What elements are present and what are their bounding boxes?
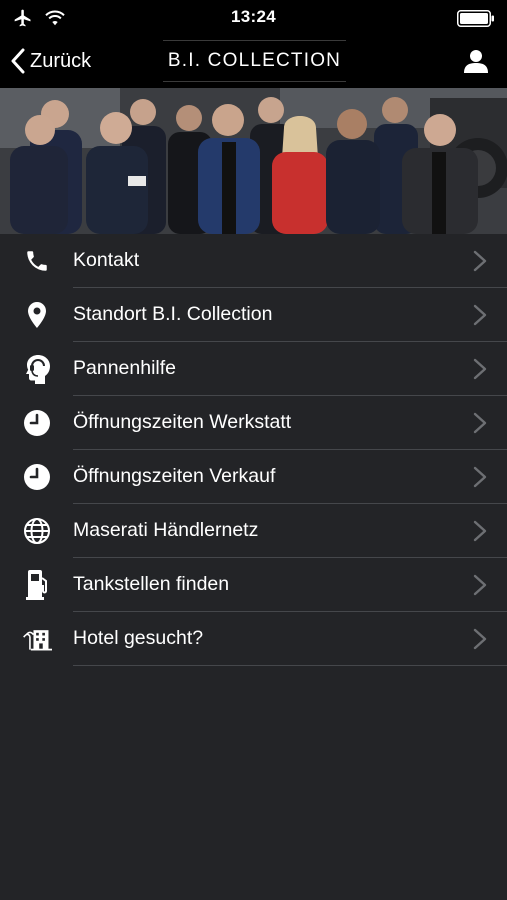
navigation-bar: Zurück B.I. COLLECTION [0,36,507,88]
location-pin-icon [22,301,52,329]
hotel-icon [22,625,52,653]
chevron-left-icon [11,48,25,74]
clock-icon [22,409,52,437]
team-photo [0,88,507,234]
user-icon[interactable] [463,48,489,74]
menu-item-oeffnungszeiten-werkstatt[interactable]: Öffnungszeiten Werkstatt [0,396,507,450]
menu-item-pannenhilfe[interactable]: Pannenhilfe [0,342,507,396]
globe-icon [22,517,52,545]
fuel-pump-icon [22,570,52,600]
menu-item-maserati-haendlernetz[interactable]: Maserati Händlernetz [0,504,507,558]
battery-icon [457,10,494,27]
menu-list: Kontakt Standort B.I. Collection Pannenh… [0,234,507,666]
menu-item-label: Tankstellen finden [73,573,230,595]
chevron-right-icon [473,574,487,596]
menu-item-kontakt[interactable]: Kontakt [0,234,507,288]
menu-item-label: Öffnungszeiten Werkstatt [73,411,292,433]
chevron-right-icon [473,250,487,272]
menu-item-label: Standort B.I. Collection [73,303,273,325]
menu-item-standort[interactable]: Standort B.I. Collection [0,288,507,342]
chevron-right-icon [473,520,487,542]
headset-icon [22,355,52,384]
page-title-frame: B.I. COLLECTION [163,40,346,82]
menu-item-tankstellen-finden[interactable]: Tankstellen finden [0,558,507,612]
status-bar: 13:24 [0,0,507,36]
chevron-right-icon [473,358,487,380]
chevron-right-icon [473,628,487,650]
chevron-right-icon [473,304,487,326]
menu-item-label: Pannenhilfe [73,357,177,379]
menu-item-hotel-gesucht[interactable]: Hotel gesucht? [0,612,507,666]
back-button[interactable]: Zurück [10,46,91,76]
menu-item-label: Hotel gesucht? [73,627,204,649]
menu-item-label: Kontakt [73,249,140,271]
menu-item-oeffnungszeiten-verkauf[interactable]: Öffnungszeiten Verkauf [0,450,507,504]
page-title: B.I. COLLECTION [167,50,342,71]
phone-icon [22,247,52,275]
chevron-right-icon [473,412,487,434]
menu-item-label: Maserati Händlernetz [73,519,259,541]
back-label: Zurück [30,49,92,72]
menu-item-label: Öffnungszeiten Verkauf [73,465,276,487]
clock-icon [22,463,52,491]
chevron-right-icon [473,466,487,488]
status-time: 13:24 [231,7,276,26]
divider [73,665,507,666]
